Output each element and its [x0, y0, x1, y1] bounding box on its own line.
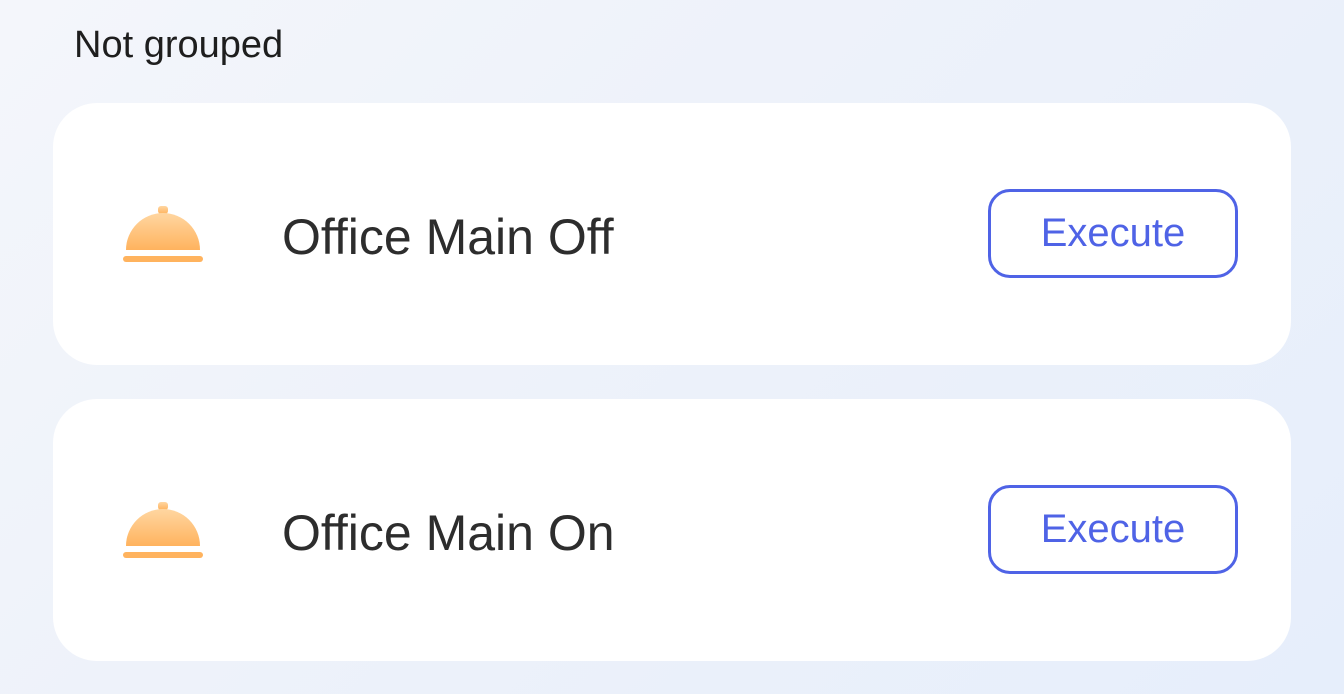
cloche-icon	[123, 498, 203, 562]
execute-button[interactable]: Execute	[988, 189, 1238, 278]
section-title: Not grouped	[74, 24, 284, 66]
execute-button[interactable]: Execute	[988, 485, 1238, 574]
scene-name: Office Main Off	[282, 209, 614, 265]
scene-card[interactable]: Office Main On Execute	[53, 399, 1291, 661]
scene-card[interactable]: Office Main Off Execute	[53, 103, 1291, 365]
cloche-icon	[123, 202, 203, 266]
scene-name: Office Main On	[282, 505, 615, 561]
